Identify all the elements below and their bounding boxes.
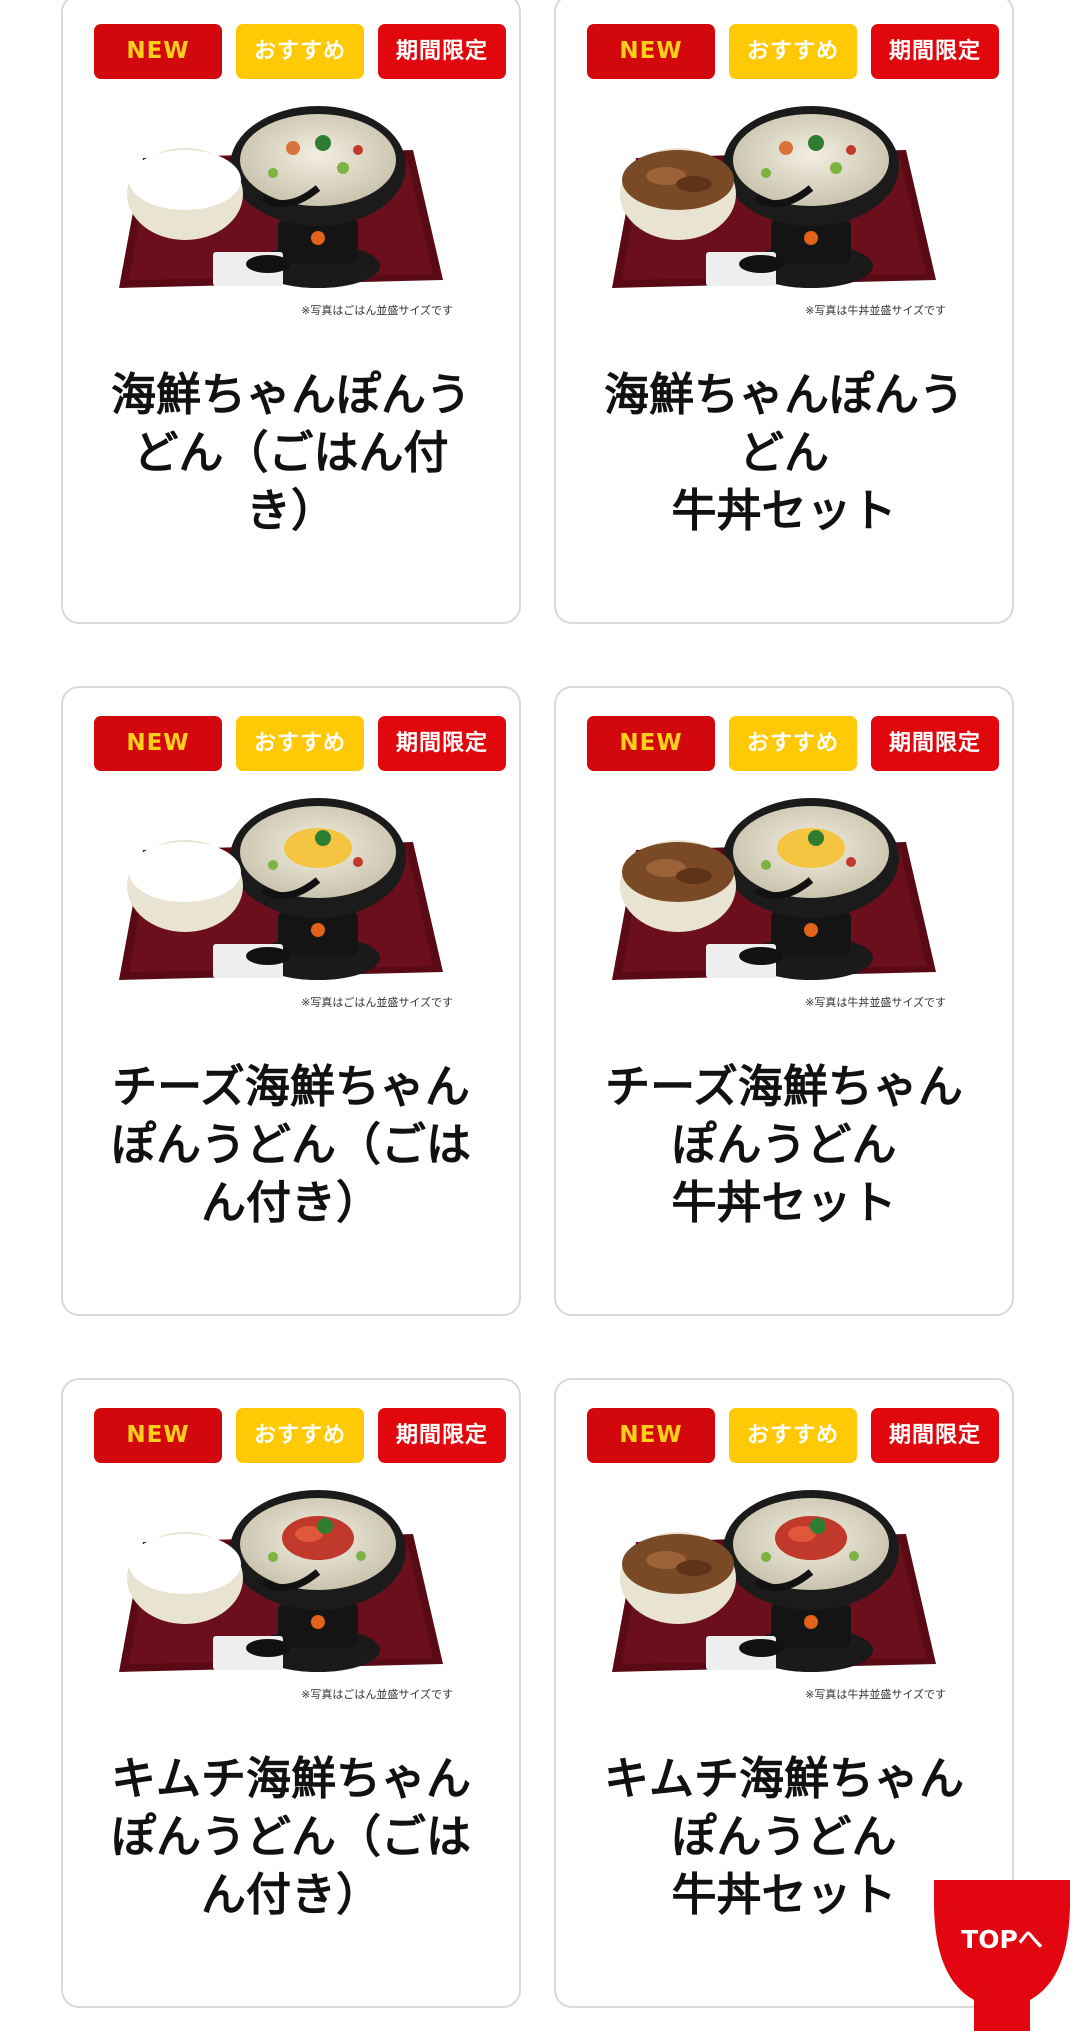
menu-item-card[interactable]: NEW おすすめ 期間限定 bbox=[554, 686, 1014, 1316]
menu-item-title: キムチ海鮮ちゃん ぽんうどん（ごは ん付き） bbox=[110, 1752, 471, 1921]
menu-item-title: 海鮮ちゃんぽんう どん 牛丼セット bbox=[603, 368, 964, 537]
menu-item-title: 海鮮ちゃんぽんう どん（ごはん付 き） bbox=[110, 368, 471, 537]
new-badge: NEW bbox=[94, 716, 222, 771]
back-to-top-label: TOPへ bbox=[961, 1925, 1043, 1954]
back-to-top-button[interactable]: TOPへ bbox=[934, 1880, 1070, 2031]
menu-item-photo bbox=[606, 780, 966, 1012]
recommended-badge: おすすめ bbox=[236, 24, 364, 79]
menu-item-photo bbox=[113, 1472, 473, 1704]
menu-item-card[interactable]: NEW おすすめ 期間限定 bbox=[61, 0, 521, 624]
recommended-badge: おすすめ bbox=[729, 716, 857, 771]
limited-time-badge: 期間限定 bbox=[378, 716, 506, 771]
menu-grid: NEW おすすめ 期間限定 ※写真はごはん並盛サイズです 海鮮ちゃんぽんう どん… bbox=[0, 0, 1079, 2031]
badge-row: NEW おすすめ 期間限定 bbox=[94, 24, 506, 79]
menu-item-title: キムチ海鮮ちゃん ぽんうどん 牛丼セット bbox=[603, 1752, 964, 1921]
menu-item-photo bbox=[606, 1472, 966, 1704]
photo-note: ※写真はごはん並盛サイズです bbox=[301, 996, 453, 1009]
new-badge: NEW bbox=[587, 1408, 715, 1463]
limited-time-badge: 期間限定 bbox=[378, 24, 506, 79]
limited-time-badge: 期間限定 bbox=[871, 24, 999, 79]
menu-item-photo bbox=[113, 780, 473, 1012]
photo-note: ※写真はごはん並盛サイズです bbox=[301, 1688, 453, 1701]
new-badge: NEW bbox=[94, 24, 222, 79]
badge-row: NEW おすすめ 期間限定 bbox=[94, 716, 506, 771]
badge-row: NEW おすすめ 期間限定 bbox=[587, 1408, 999, 1463]
recommended-badge: おすすめ bbox=[729, 1408, 857, 1463]
recommended-badge: おすすめ bbox=[236, 1408, 364, 1463]
photo-note: ※写真は牛丼並盛サイズです bbox=[805, 304, 946, 317]
recommended-badge: おすすめ bbox=[729, 24, 857, 79]
badge-row: NEW おすすめ 期間限定 bbox=[587, 716, 999, 771]
photo-note: ※写真は牛丼並盛サイズです bbox=[805, 996, 946, 1009]
menu-item-card[interactable]: NEW おすすめ 期間限定 bbox=[61, 1378, 521, 2008]
menu-item-photo bbox=[113, 88, 473, 320]
limited-time-badge: 期間限定 bbox=[871, 1408, 999, 1463]
new-badge: NEW bbox=[587, 24, 715, 79]
new-badge: NEW bbox=[587, 716, 715, 771]
photo-note: ※写真はごはん並盛サイズです bbox=[301, 304, 453, 317]
limited-time-badge: 期間限定 bbox=[378, 1408, 506, 1463]
menu-item-card[interactable]: NEW おすすめ 期間限定 bbox=[554, 0, 1014, 624]
menu-item-title: チーズ海鮮ちゃん ぽんうどん（ごは ん付き） bbox=[110, 1060, 471, 1229]
menu-item-card[interactable]: NEW おすすめ 期間限定 bbox=[61, 686, 521, 1316]
photo-note: ※写真は牛丼並盛サイズです bbox=[805, 1688, 946, 1701]
menu-item-title: チーズ海鮮ちゃん ぽんうどん 牛丼セット bbox=[605, 1060, 963, 1229]
menu-item-photo bbox=[606, 88, 966, 320]
limited-time-badge: 期間限定 bbox=[871, 716, 999, 771]
new-badge: NEW bbox=[94, 1408, 222, 1463]
badge-row: NEW おすすめ 期間限定 bbox=[94, 1408, 506, 1463]
recommended-badge: おすすめ bbox=[236, 716, 364, 771]
badge-row: NEW おすすめ 期間限定 bbox=[587, 24, 999, 79]
